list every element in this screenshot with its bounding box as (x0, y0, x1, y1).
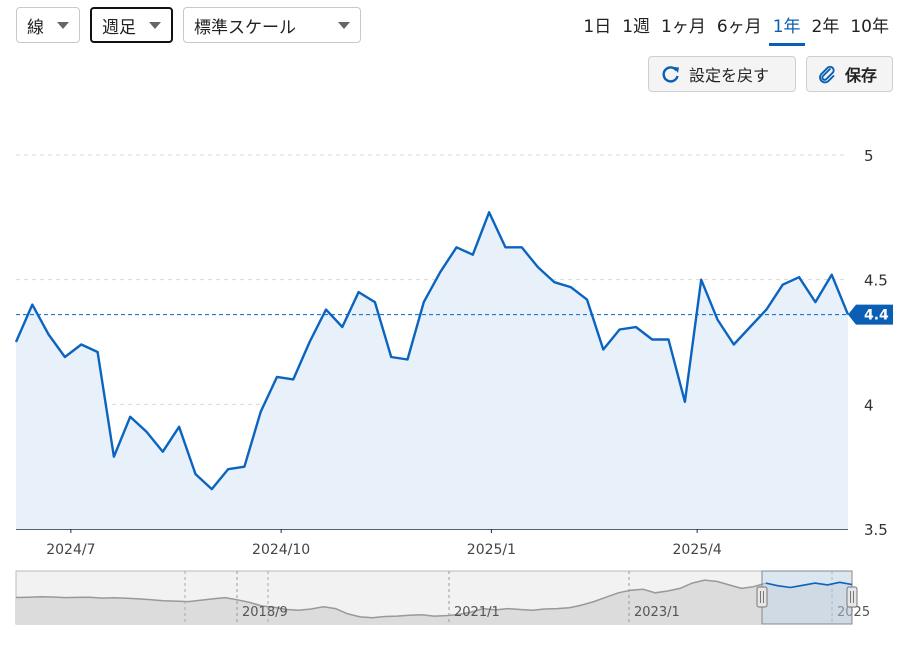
x-tick-label: 2025/1 (467, 542, 516, 558)
y-tick-label: 4.5 (864, 272, 888, 290)
navigator-label: 2018/9 (242, 605, 288, 620)
x-tick-label: 2025/4 (673, 542, 722, 558)
navigator-handle[interactable] (846, 586, 858, 608)
navigator-label: 2023/1 (634, 605, 680, 620)
y-tick-label: 4 (864, 396, 874, 414)
x-tick-label: 2024/10 (252, 542, 310, 558)
navigator-handle[interactable] (756, 586, 768, 608)
current-value-badge: 4.4 (848, 304, 893, 325)
series-area-fill (16, 212, 848, 530)
current-value-label: 4.4 (864, 308, 889, 324)
x-axis-labels: 2024/7 2024/10 2025/1 2025/4 (46, 529, 722, 558)
x-tick-label: 2024/7 (46, 542, 95, 558)
y-tick-label: 3.5 (864, 521, 888, 539)
y-tick-label: 5 (864, 147, 874, 165)
y-axis-labels: 5 4.5 4 3.5 (864, 147, 888, 539)
navigator-selection (761, 570, 853, 625)
navigator[interactable]: 2018/9 2021/1 2023/1 2025 (15, 570, 870, 625)
price-chart: 5 4.5 4 3.5 2024/7 2024/10 2025/1 2025/4 4.4 2… (14, 147, 893, 625)
navigator-label: 2021/1 (454, 605, 500, 620)
